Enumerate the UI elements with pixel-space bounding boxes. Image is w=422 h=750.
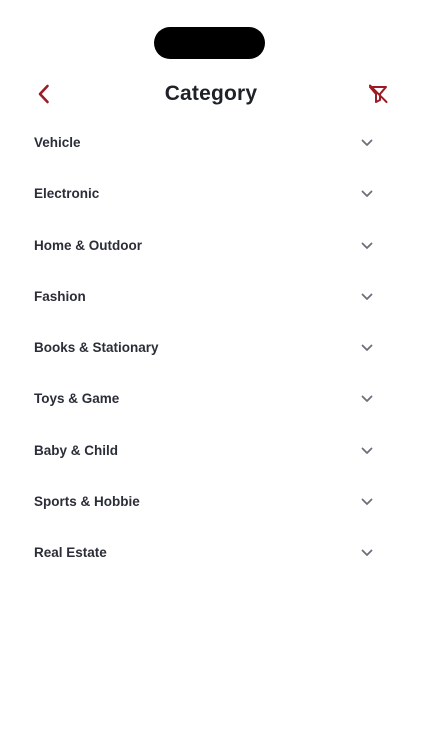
category-list: Vehicle Electronic Home & Outdoor Fashio… (0, 118, 422, 580)
category-item-baby-child[interactable]: Baby & Child (0, 426, 422, 477)
chevron-down-icon (359, 290, 375, 304)
chevron-down-icon (359, 444, 375, 458)
category-label: Baby & Child (34, 442, 119, 458)
chevron-down-icon (359, 239, 375, 253)
category-label: Books & Stationary (34, 340, 159, 356)
chevron-down-icon (359, 546, 375, 560)
category-item-real-estate[interactable]: Real Estate (0, 528, 422, 579)
chevron-down-icon (359, 136, 375, 150)
chevron-down-icon (359, 392, 375, 406)
category-item-books-stationary[interactable]: Books & Stationary (0, 323, 422, 374)
category-label: Fashion (34, 288, 86, 304)
category-label: Toys & Game (34, 391, 120, 407)
category-item-vehicle[interactable]: Vehicle (0, 118, 422, 169)
category-screen: Category Vehicle Electronic Home & Outdo… (0, 0, 422, 750)
category-label: Vehicle (34, 135, 81, 150)
category-label: Home & Outdoor (34, 237, 142, 253)
chevron-down-icon (359, 187, 375, 201)
clear-filter-button[interactable] (364, 80, 392, 108)
category-label: Electronic (34, 186, 100, 202)
category-item-toys-game[interactable]: Toys & Game (0, 374, 422, 425)
category-item-fashion[interactable]: Fashion (0, 272, 422, 323)
category-item-home-outdoor[interactable]: Home & Outdoor (0, 221, 422, 272)
header: Category (0, 74, 422, 114)
page-title: Category (164, 82, 258, 105)
category-label: Real Estate (34, 545, 107, 561)
chevron-down-icon (359, 495, 375, 509)
category-label: Sports & Hobbie (34, 494, 140, 510)
category-item-electronic[interactable]: Electronic (0, 169, 422, 220)
dynamic-island (154, 27, 265, 59)
filter-off-icon (369, 84, 388, 103)
category-item-sports-hobbie[interactable]: Sports & Hobbie (0, 477, 422, 528)
chevron-down-icon (359, 341, 375, 355)
